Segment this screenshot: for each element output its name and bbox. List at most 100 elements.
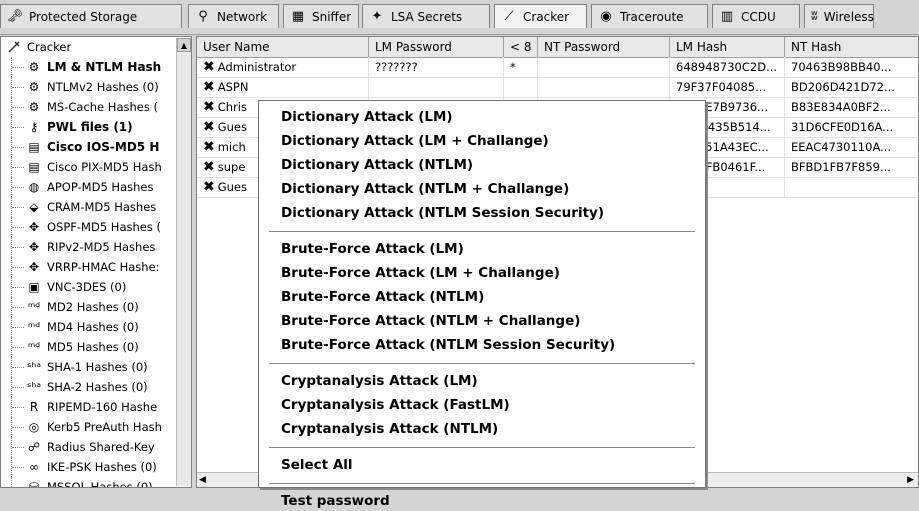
- tab-traceroute[interactable]: ◉ Traceroute: [591, 4, 708, 28]
- cell-text: *: [510, 60, 516, 74]
- wireless-icon: ʬ: [811, 9, 818, 24]
- cracker-tree-panel: Cracker ⚙ LM & NTLM Hash ⚙ NTLMv2 Hashes (0…: [0, 36, 192, 488]
- tree-item[interactable]: ▤ Cisco IOS-MD5 H: [1, 137, 191, 157]
- table-cell: BFBD1FB7F859...: [785, 157, 918, 177]
- tree-item[interactable]: ▤ Cisco PIX-MD5 Hash: [1, 157, 191, 177]
- cell-text: mich: [217, 140, 246, 154]
- tree-item-label: Kerb5 PreAuth Hash: [47, 420, 162, 434]
- tree-item[interactable]: ᵐᵈ MD2 Hashes (0): [1, 297, 191, 317]
- kerberos-icon: ◎: [28, 420, 40, 434]
- column-header[interactable]: < 8: [504, 37, 538, 57]
- menu-item-brute-force-attack-ntlm-challange[interactable]: Brute-Force Attack (NTLM + Challange): [281, 311, 580, 331]
- tree-item[interactable]: ⚙ NTLMv2 Hashes (0): [1, 77, 191, 97]
- menu-item-brute-force-attack-lm-challange[interactable]: Brute-Force Attack (LM + Challange): [281, 263, 560, 283]
- tree-item[interactable]: ✥ OSPF-MD5 Hashes (: [1, 217, 191, 237]
- menu-item-cryptanalysis-attack-ntlm[interactable]: Cryptanalysis Attack (NTLM): [281, 419, 498, 439]
- menu-item-dictionary-attack-lm-challange[interactable]: Dictionary Attack (LM + Challange): [281, 131, 549, 151]
- scroll-up-arrow-icon[interactable]: ▲: [177, 38, 191, 52]
- tree-item[interactable]: ✥ VRRP-HMAC Hashe:: [1, 257, 191, 277]
- tree-item[interactable]: ☍ Radius Shared-Key: [1, 437, 191, 457]
- tree-item[interactable]: ⬙ CRAM-MD5 Hashes: [1, 197, 191, 217]
- tree-item-label: RIPv2-MD5 Hashes: [47, 240, 156, 254]
- tree-item-label: RIPEMD-160 Hashe: [47, 400, 158, 414]
- table-cell: 31D6CFE0D16A...: [785, 117, 918, 137]
- scroll-right-arrow-icon[interactable]: ▶: [907, 473, 914, 487]
- user-x-icon: ✖: [203, 99, 215, 115]
- column-header[interactable]: NT Password: [538, 37, 670, 57]
- menu-item-select-all[interactable]: Select All: [281, 455, 353, 475]
- column-header[interactable]: LM Password: [369, 37, 504, 57]
- menu-item-test-password[interactable]: Test password: [281, 491, 390, 511]
- tree-item[interactable]: ᵐᵈ MD5 Hashes (0): [1, 337, 191, 357]
- tree-item[interactable]: ◍ APOP-MD5 Hashes: [1, 177, 191, 197]
- column-header[interactable]: User Name: [197, 37, 369, 57]
- tree-item[interactable]: ◎ Kerb5 PreAuth Hash: [1, 417, 191, 437]
- tree-vertical-scrollbar[interactable]: ▲: [176, 38, 191, 486]
- tab-network[interactable]: ⚲ Network: [188, 4, 279, 28]
- tab-label: Wireless: [823, 9, 874, 24]
- tab-label: LSA Secrets: [391, 9, 463, 24]
- tab-cracker[interactable]: ⟋ Cracker: [494, 4, 587, 28]
- tab-sniffer[interactable]: ▦ Sniffer: [283, 4, 359, 28]
- tree-item[interactable]: ᵐᵈ MD4 Hashes (0): [1, 317, 191, 337]
- cracker-icon: ⟋: [504, 9, 514, 24]
- menu-item-cryptanalysis-attack-lm[interactable]: Cryptanalysis Attack (LM): [281, 371, 478, 391]
- cross-arrows-icon: ✥: [28, 260, 40, 274]
- menu-item-brute-force-attack-lm[interactable]: Brute-Force Attack (LM): [281, 239, 464, 259]
- tab-label: CCDU: [741, 9, 776, 24]
- user-x-icon: ✖: [203, 159, 215, 175]
- tree-item[interactable]: ∞ IKE-PSK Hashes (0): [1, 457, 191, 477]
- tree-item-label: Cisco PIX-MD5 Hash: [47, 160, 162, 174]
- tree-item[interactable]: ⚷ PWL files (1): [1, 117, 191, 137]
- tree-item[interactable]: ˢʰᵃ SHA-1 Hashes (0): [1, 357, 191, 377]
- lsa-icon: ✦: [371, 9, 383, 24]
- menu-item-dictionary-attack-ntlm[interactable]: Dictionary Attack (NTLM): [281, 155, 473, 175]
- tree-item[interactable]: ⚙ MS-Cache Hashes (: [1, 97, 191, 117]
- menu-item-brute-force-attack-ntlm[interactable]: Brute-Force Attack (NTLM): [281, 287, 484, 307]
- md-icon: ᵐᵈ: [27, 300, 41, 314]
- tree-connector: [11, 177, 26, 197]
- md-icon: ᵐᵈ: [27, 340, 41, 354]
- tree-root-cracker[interactable]: Cracker: [1, 37, 191, 57]
- tree-connector: [11, 477, 26, 487]
- tab-wireless[interactable]: ʬ Wireless: [804, 4, 874, 28]
- menu-separator: [269, 231, 695, 232]
- tab-ccdu[interactable]: ▥ CCDU: [712, 4, 800, 28]
- tree-item-label: MS-Cache Hashes (: [47, 100, 158, 114]
- table-cell: 648948730C2D...: [670, 57, 785, 77]
- menu-separator: [269, 363, 695, 364]
- scroll-left-arrow-icon[interactable]: ◀: [199, 473, 206, 487]
- key-icon: 🗝: [6, 9, 24, 24]
- md-icon: ᵐᵈ: [27, 320, 41, 334]
- table-row[interactable]: ✖ Administrator??????? * 648948730C2D... 704…: [197, 57, 918, 78]
- tab-lsa-secrets[interactable]: ✦ LSA Secrets: [362, 4, 490, 28]
- tab-bar: 🗝 Protected Storage ⚲ Network ▦ Sniffer ✦ LSA S…: [0, 0, 919, 35]
- tree-item-label: Radius Shared-Key: [47, 440, 155, 454]
- tree-connector: [11, 297, 26, 317]
- tree-item[interactable]: ▣ VNC-3DES (0): [1, 277, 191, 297]
- tree-item[interactable]: ✥ RIPv2-MD5 Hashes: [1, 237, 191, 257]
- column-header[interactable]: LM Hash: [670, 37, 785, 57]
- menu-item-dictionary-attack-lm[interactable]: Dictionary Attack (LM): [281, 107, 453, 127]
- tree-item[interactable]: ˢʰᵃ SHA-2 Hashes (0): [1, 377, 191, 397]
- tree-item-label: VRRP-HMAC Hashe:: [47, 260, 160, 274]
- menu-item-dictionary-attack-ntlm-challange[interactable]: Dictionary Attack (NTLM + Challange): [281, 179, 569, 199]
- tree-item[interactable]: R RIPEMD-160 Hashe: [1, 397, 191, 417]
- cross-arrows-icon: ✥: [28, 220, 40, 234]
- menu-item-dictionary-attack-ntlm-session-security[interactable]: Dictionary Attack (NTLM Session Security…: [281, 203, 604, 223]
- cell-text: 648948730C2D...: [676, 60, 778, 74]
- tab-protected-storage[interactable]: 🗝 Protected Storage: [0, 4, 182, 28]
- tree-connector: [11, 397, 26, 417]
- tree-connector: [11, 117, 26, 137]
- tree-item-label: OSPF-MD5 Hashes (: [47, 220, 161, 234]
- tree-item[interactable]: ⚙ LM & NTLM Hash: [1, 57, 191, 77]
- menu-item-brute-force-attack-ntlm-session-security[interactable]: Brute-Force Attack (NTLM Session Securit…: [281, 335, 615, 355]
- table-cell: 79F37F04085...: [670, 77, 785, 97]
- menu-item-cryptanalysis-attack-fastlm[interactable]: Cryptanalysis Attack (FastLM): [281, 395, 510, 415]
- column-header[interactable]: NT Hash: [785, 37, 918, 57]
- table-row[interactable]: ✖ ASPN 79F37F04085... BD206D421D72...: [197, 77, 918, 98]
- tree-item-label: Cisco IOS-MD5 H: [47, 140, 160, 154]
- tree-item[interactable]: ⛁ MSSQL Hashes (0): [1, 477, 191, 487]
- cell-text: B83E834A0BF2...: [791, 100, 891, 114]
- tree-connector: [11, 217, 26, 237]
